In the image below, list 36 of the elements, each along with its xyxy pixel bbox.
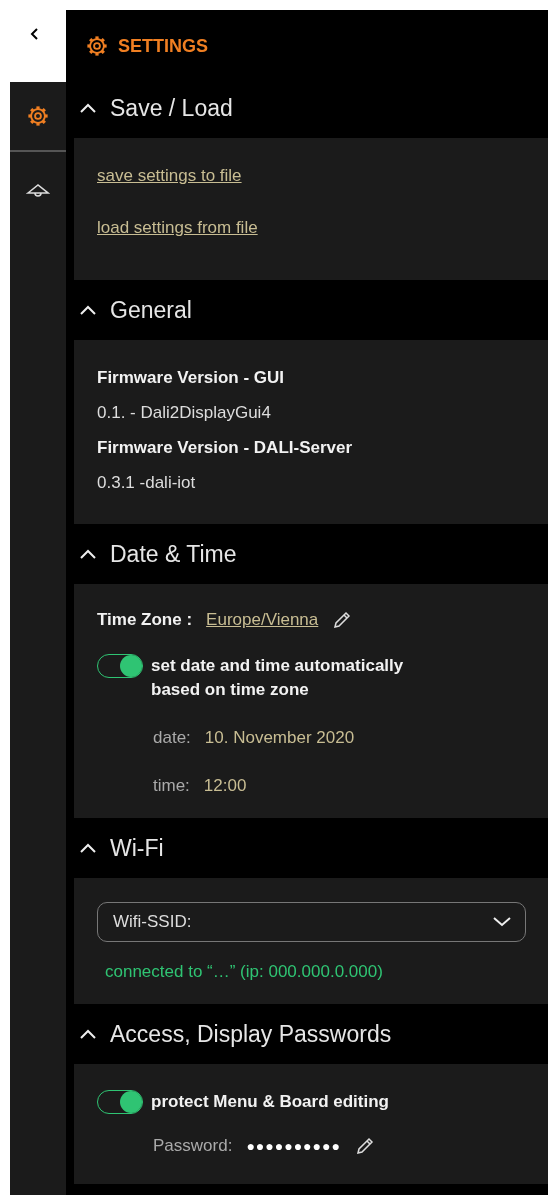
link[interactable]: save settings to file bbox=[97, 166, 525, 186]
link[interactable]: load settings from file bbox=[97, 218, 525, 238]
section-header[interactable]: Save / Load bbox=[66, 78, 548, 138]
time-zone-link[interactable]: Europe/Vienna bbox=[206, 610, 319, 630]
field-label: date: bbox=[153, 728, 191, 748]
page-title: SETTINGS bbox=[118, 35, 208, 57]
section-header[interactable]: General bbox=[66, 280, 548, 340]
password-value: ●●●●●●●●●● bbox=[246, 1138, 341, 1154]
section-header[interactable]: Access, Display Passwords bbox=[66, 1004, 548, 1064]
field-value: 10. November 2020 bbox=[204, 728, 355, 748]
back-chevron-icon bbox=[30, 27, 40, 41]
edit-pencil-icon[interactable] bbox=[332, 610, 353, 630]
info-value: 0.3.1 -dali-iot bbox=[97, 472, 197, 494]
lamp-icon bbox=[26, 183, 50, 197]
edit-pencil-icon[interactable] bbox=[354, 1136, 375, 1156]
connection-status: connected to “…” (ip: 000.000.0.000) bbox=[105, 962, 384, 982]
settings-icon bbox=[86, 35, 108, 57]
chevron-up-icon bbox=[80, 843, 96, 853]
chevron-up-icon bbox=[80, 305, 96, 315]
settings-icon bbox=[27, 105, 49, 127]
info-label: Firmware Version - GUI bbox=[97, 367, 286, 389]
chevron-down-icon bbox=[493, 917, 511, 927]
chevron-up-icon bbox=[80, 549, 96, 559]
field-label: Time Zone : bbox=[97, 610, 193, 630]
field-label: Password: bbox=[153, 1136, 233, 1156]
toggle-label: protect Menu & Board editing bbox=[151, 1091, 389, 1113]
info-label: Firmware Version - DALI-Server bbox=[97, 437, 354, 459]
ssid-dropdown[interactable]: Wifi-SSID: bbox=[97, 902, 526, 942]
field-value: 12:00 bbox=[203, 776, 247, 796]
chevron-up-icon bbox=[80, 1029, 96, 1039]
section-header[interactable]: Date & Time bbox=[66, 524, 548, 584]
field-label: time: bbox=[153, 776, 190, 796]
section-header[interactable]: Wi-Fi bbox=[66, 818, 548, 878]
toggle-label: set date and time automatically based on time zone bbox=[151, 655, 405, 701]
chevron-up-icon bbox=[80, 103, 96, 113]
info-value: 0.1. - Dali2DisplayGui4 bbox=[97, 402, 272, 424]
